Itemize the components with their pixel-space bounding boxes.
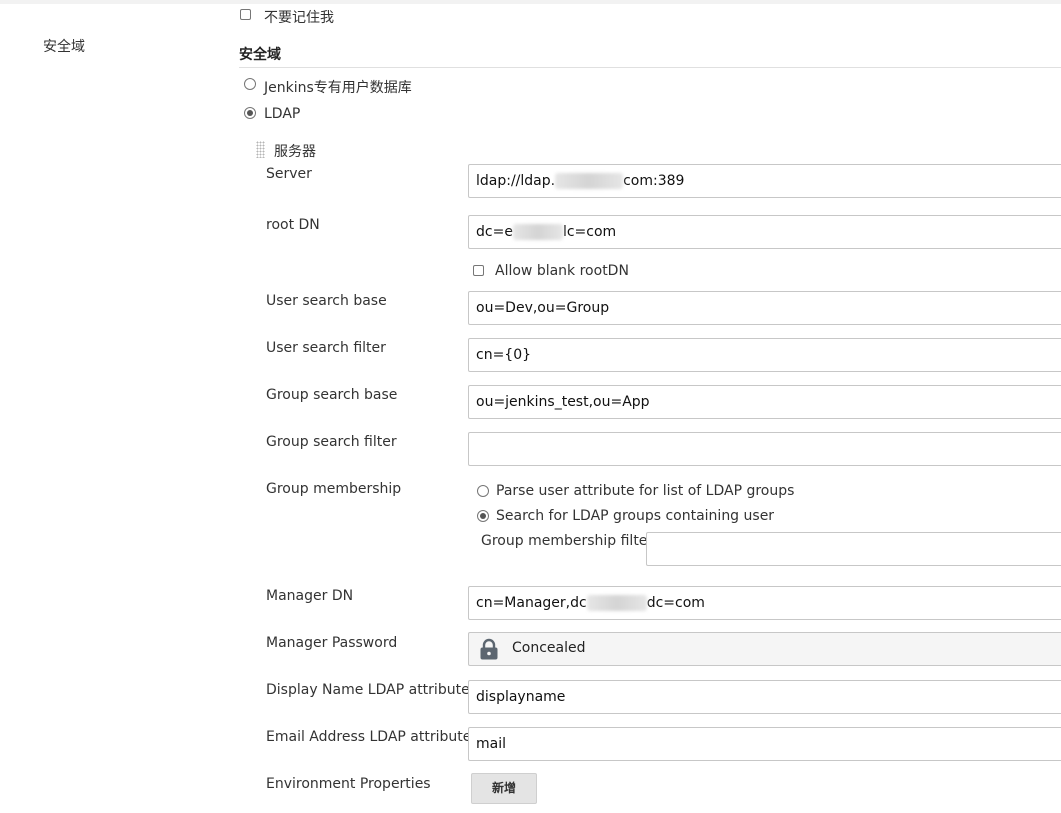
server-input[interactable]: ldap://ldap. com:389 <box>468 164 1061 198</box>
security-realm-sidebar-label: 安全域 <box>43 39 85 55</box>
lock-icon <box>480 638 498 660</box>
group-search-base-input[interactable]: ou=jenkins_test,ou=App <box>468 385 1061 419</box>
server-value-suffix: com:389 <box>623 173 685 189</box>
security-realm-section-title: 安全域 <box>239 47 281 63</box>
manager-dn-value-suffix: dc=com <box>646 595 705 611</box>
search-ldap-groups-radio[interactable] <box>477 510 489 522</box>
parse-user-attribute-radio[interactable] <box>477 485 489 497</box>
concealed-text: Concealed <box>512 640 586 656</box>
drag-handle-icon[interactable] <box>256 141 265 158</box>
remember-me-checkbox[interactable] <box>240 9 251 20</box>
group-membership-filter-input[interactable] <box>646 532 1061 566</box>
user-search-filter-input[interactable]: cn={0} <box>468 338 1061 372</box>
manager-password-field[interactable]: Concealed <box>468 632 1061 666</box>
search-ldap-groups-label: Search for LDAP groups containing user <box>496 508 775 524</box>
email-attr-label: Email Address LDAP attribute <box>266 729 472 745</box>
jenkins-db-label: Jenkins专有用户数据库 <box>264 80 412 96</box>
ldap-radio[interactable] <box>244 107 256 119</box>
manager-password-label: Manager Password <box>266 635 398 651</box>
display-name-attr-label: Display Name LDAP attribute <box>266 682 470 698</box>
add-environment-property-button[interactable]: 新增 <box>471 773 537 804</box>
root-dn-input[interactable]: dc=e lc=com <box>468 215 1061 249</box>
jenkins-db-radio[interactable] <box>244 78 256 90</box>
server-label: Server <box>266 166 312 182</box>
root-dn-value-prefix: dc=e <box>476 224 513 240</box>
email-attr-input[interactable]: mail <box>468 727 1061 761</box>
user-search-filter-label: User search filter <box>266 340 386 356</box>
top-bar <box>0 0 1061 4</box>
root-dn-label: root DN <box>266 217 320 233</box>
group-search-base-label: Group search base <box>266 387 398 403</box>
remember-me-label: 不要记住我 <box>264 10 334 26</box>
section-divider <box>239 67 1061 68</box>
manager-dn-label: Manager DN <box>266 588 354 604</box>
root-dn-value-suffix: lc=com <box>562 224 617 240</box>
group-search-filter-label: Group search filter <box>266 434 397 450</box>
group-membership-label: Group membership <box>266 481 402 497</box>
group-search-filter-input[interactable] <box>468 432 1061 466</box>
environment-properties-label: Environment Properties <box>266 776 431 792</box>
display-name-attr-input[interactable]: displayname <box>468 680 1061 714</box>
redacted-blur <box>586 595 647 611</box>
allow-blank-rootdn-checkbox[interactable] <box>473 265 484 276</box>
ldap-label: LDAP <box>264 106 301 122</box>
parse-user-attribute-label: Parse user attribute for list of LDAP gr… <box>496 483 795 499</box>
user-search-base-label: User search base <box>266 293 387 309</box>
server-value-prefix: ldap://ldap. <box>476 173 556 189</box>
user-search-base-input[interactable]: ou=Dev,ou=Group <box>468 291 1061 325</box>
redacted-blur <box>555 173 624 189</box>
redacted-blur <box>512 224 563 240</box>
servers-heading: 服务器 <box>274 144 316 160</box>
group-membership-filter-label: Group membership filter <box>481 533 654 549</box>
manager-dn-value-prefix: cn=Manager,dc <box>476 595 587 611</box>
allow-blank-rootdn-label: Allow blank rootDN <box>495 263 629 279</box>
manager-dn-input[interactable]: cn=Manager,dc dc=com <box>468 586 1061 620</box>
